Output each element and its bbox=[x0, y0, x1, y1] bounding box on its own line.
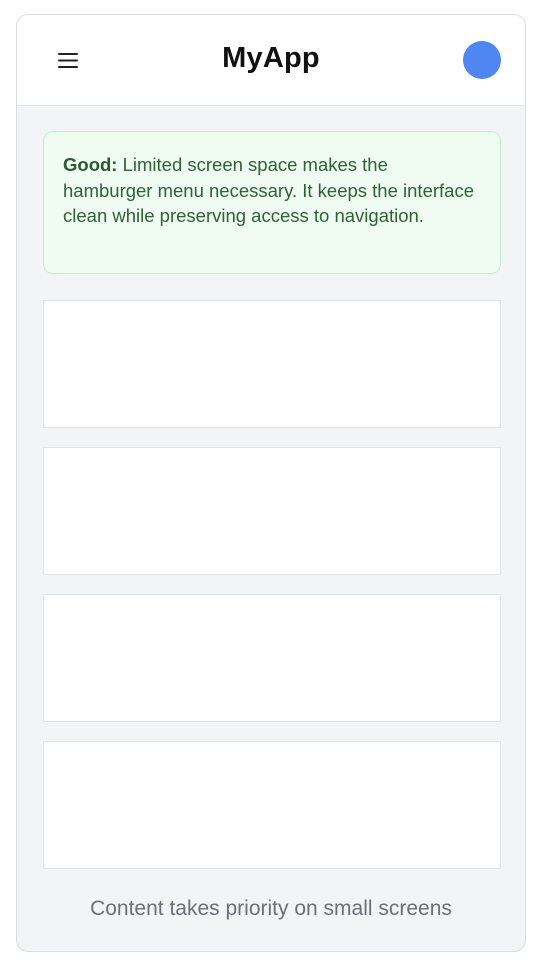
app-header: MyApp bbox=[17, 15, 525, 106]
avatar[interactable] bbox=[463, 41, 501, 79]
content-card bbox=[43, 741, 501, 869]
phone-frame: MyApp Good: Limited screen space makes t… bbox=[16, 14, 526, 952]
callout-text: Limited screen space makes the hamburger… bbox=[63, 154, 474, 226]
content-card bbox=[43, 447, 501, 575]
app-title: MyApp bbox=[222, 42, 320, 74]
content-card bbox=[43, 300, 501, 428]
callout-lead: Good: bbox=[63, 154, 118, 175]
info-callout: Good: Limited screen space makes the ham… bbox=[43, 131, 501, 274]
footer-note: Content takes priority on small screens bbox=[90, 897, 452, 920]
content-card bbox=[43, 594, 501, 722]
